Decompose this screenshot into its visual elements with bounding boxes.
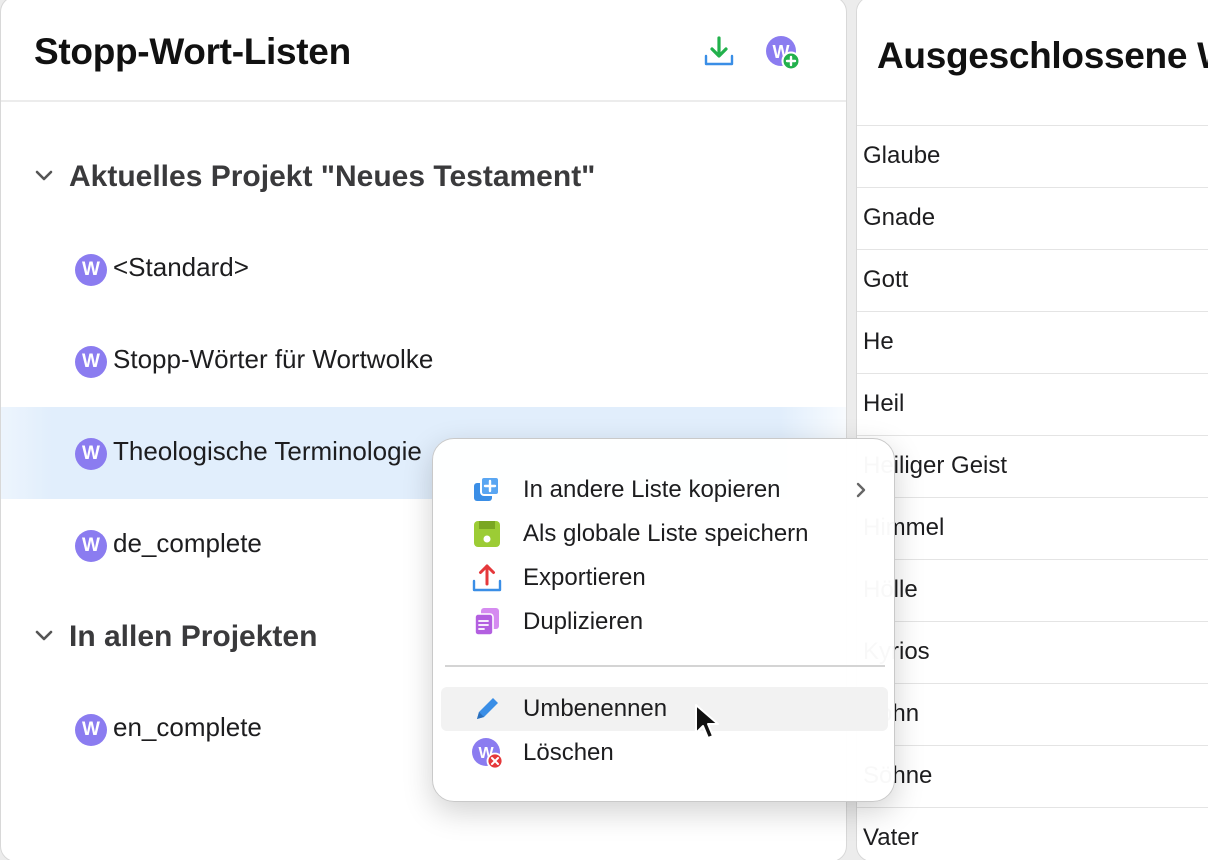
wordlist-badge-icon: W [75, 530, 107, 562]
list-item-label: de_complete [113, 528, 262, 558]
download-icon[interactable] [701, 34, 737, 70]
word-row[interactable]: Heiliger Geist [857, 436, 1208, 498]
group-label: In allen Projekten [69, 620, 318, 653]
panel-title: Stopp-Wort-Listen [34, 31, 351, 72]
group-label: Aktuelles Projekt "Neues Testament" [69, 160, 596, 193]
mouse-cursor-icon [695, 704, 719, 739]
word-label: Gott [863, 266, 909, 293]
panel-header: Stopp-Wort-Listen W [1, 1, 846, 102]
chevron-right-icon [856, 482, 866, 498]
word-row[interactable]: Söhne [857, 746, 1208, 808]
word-row[interactable]: He [857, 312, 1208, 374]
menu-item-label: Duplizieren [523, 608, 644, 635]
panel-title: Ausgeschlossene W [877, 35, 1208, 76]
menu-item-label: Umbenennen [523, 695, 668, 722]
menu-item-label: Löschen [523, 739, 614, 766]
word-row[interactable]: Himmel [857, 498, 1208, 560]
copy-to-list-icon [474, 476, 500, 501]
menu-item-duplicate[interactable]: Duplizieren [441, 600, 888, 644]
word-row[interactable]: Kyrios [857, 622, 1208, 684]
word-row[interactable]: Hölle [857, 560, 1208, 622]
word-label: Vater [863, 824, 919, 851]
wordlist-badge-icon: W [75, 254, 107, 286]
menu-item-rename[interactable]: Umbenennen [441, 687, 888, 731]
word-label: Glaube [863, 142, 941, 169]
menu-item-export[interactable]: Exportieren [441, 556, 888, 600]
context-menu: In andere Liste kopieren Als globale Lis… [432, 438, 895, 802]
excluded-words-panel: Glaube Gnade Gott He Heil Heiliger Geist… [856, 0, 1208, 860]
save-global-icon [474, 521, 500, 547]
menu-item-delete[interactable]: W Löschen [441, 731, 888, 775]
export-icon [472, 564, 502, 592]
wordlist-badge-icon: W [75, 346, 107, 378]
list-item-label: <Standard> [113, 252, 249, 282]
menu-item-label: Als globale Liste speichern [523, 520, 809, 547]
word-row[interactable]: Gott [857, 250, 1208, 312]
group-current-project[interactable]: Aktuelles Projekt "Neues Testament" [1, 151, 846, 201]
word-row[interactable]: Gnade [857, 188, 1208, 250]
wordlist-badge-icon: W [75, 438, 107, 470]
list-item-label: Theologische Terminologie [113, 436, 422, 466]
delete-list-icon: W [472, 738, 503, 769]
word-label: Heil [863, 390, 905, 417]
word-row[interactable]: Glaube [857, 126, 1208, 188]
menu-item-save-global[interactable]: Als globale Liste speichern [441, 512, 888, 556]
wordlist-badge-icon: W [75, 714, 107, 746]
menu-item-label: Exportieren [523, 564, 646, 591]
menu-item-copy-to-list[interactable]: In andere Liste kopieren [441, 468, 888, 512]
word-row[interactable]: Heil [857, 374, 1208, 436]
pencil-icon [477, 698, 498, 719]
list-item-label: Stopp-Wörter für Wortwolke [113, 344, 434, 374]
duplicate-icon [474, 608, 499, 636]
list-item-label: en_complete [113, 712, 262, 742]
word-row[interactable]: Vater [857, 808, 1208, 860]
list-item[interactable]: W Stopp-Wörter für Wortwolke [1, 315, 846, 407]
word-row[interactable]: Sohn [857, 684, 1208, 746]
list-item[interactable]: W <Standard> [1, 223, 846, 315]
menu-separator [445, 665, 885, 667]
chevron-down-icon[interactable] [34, 626, 54, 646]
menu-item-label: In andere Liste kopieren [523, 476, 781, 503]
chevron-down-icon[interactable] [34, 166, 54, 186]
add-list-icon[interactable]: W [764, 34, 800, 70]
right-panel-header: Ausgeschlossene W [857, 0, 1208, 101]
word-label: He [863, 328, 894, 355]
word-label: Gnade [863, 204, 936, 231]
